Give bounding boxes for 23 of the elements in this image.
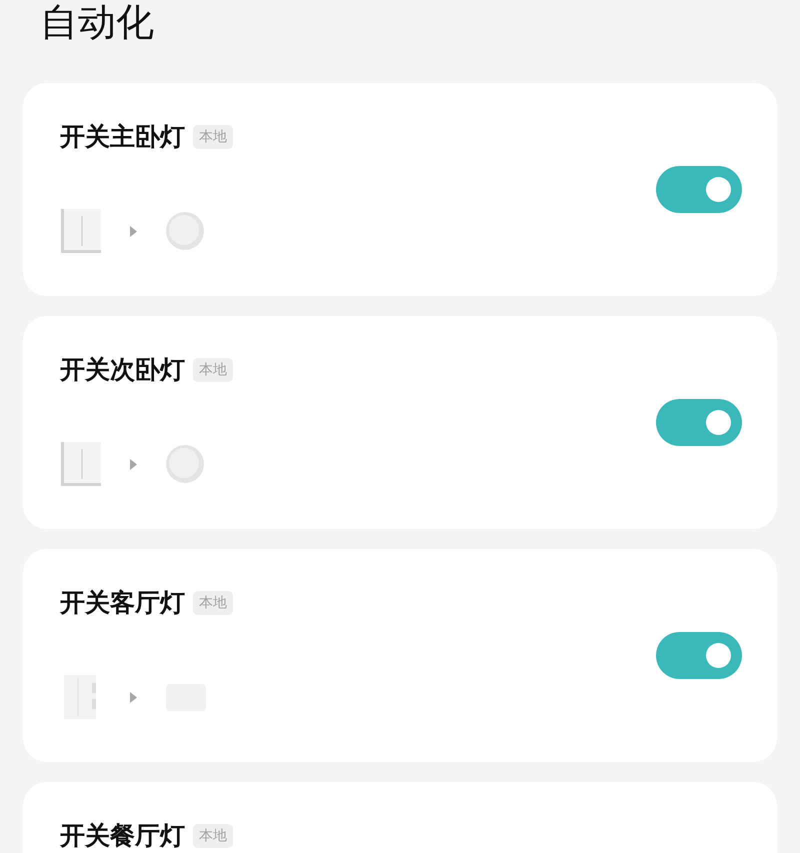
- play-arrow-icon: [130, 458, 137, 470]
- play-arrow-icon: [130, 226, 137, 236]
- wall-switch-icon: [60, 441, 102, 487]
- automation-title: 开关次卧灯: [60, 354, 185, 386]
- automation-card[interactable]: 开关客厅灯 本地: [23, 549, 777, 762]
- round-light-icon: [165, 211, 205, 251]
- local-tag: 本地: [193, 591, 233, 615]
- wall-switch-icon: [60, 208, 102, 254]
- round-light-icon: [165, 444, 205, 484]
- local-tag: 本地: [193, 824, 233, 848]
- toggle-switch[interactable]: [656, 399, 742, 446]
- automation-card[interactable]: 开关主卧灯 本地: [23, 83, 777, 296]
- toggle-switch[interactable]: [656, 166, 742, 213]
- automation-card[interactable]: 开关次卧灯 本地: [23, 316, 777, 529]
- automation-card[interactable]: 开关餐厅灯 本地: [23, 782, 777, 853]
- page-title: 自动化: [40, 0, 155, 44]
- toggle-switch[interactable]: [656, 632, 742, 679]
- local-tag: 本地: [193, 358, 233, 382]
- automation-title: 开关餐厅灯: [60, 820, 185, 852]
- automation-title: 开关客厅灯: [60, 587, 185, 619]
- local-tag: 本地: [193, 125, 233, 149]
- play-arrow-icon: [130, 692, 137, 702]
- automation-title: 开关主卧灯: [60, 121, 185, 153]
